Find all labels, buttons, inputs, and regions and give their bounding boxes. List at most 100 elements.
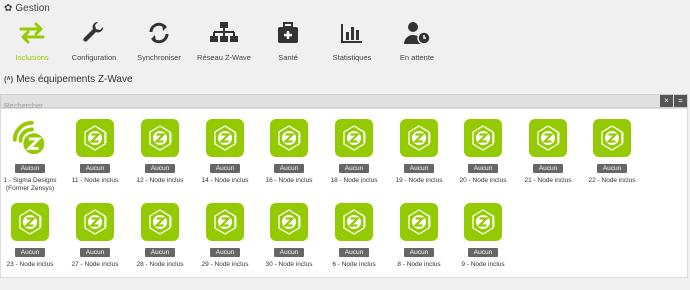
zwave-node-icon [11,203,49,241]
device-card[interactable]: Aucun 19 - Node inclus [387,119,451,185]
arrows-exchange-icon [0,18,64,48]
gear-icon: ✿ [4,3,13,14]
device-card[interactable]: Aucun 8 - Node inclus [387,203,451,269]
management-toolbar: Inclusions Configuration Synchroniser Ré… [0,18,690,66]
device-card[interactable]: Aucun 9 - Node inclus [451,203,515,269]
device-card[interactable]: Aucun 30 - Node inclus [257,203,321,269]
configuration-label: Configuration [71,53,117,62]
bar-chart-icon [320,18,384,48]
device-name: 9 - Node inclus [461,261,505,268]
clear-search-button[interactable]: × [660,95,673,107]
search-bar: × = [0,94,688,112]
zwave-node-icon [76,203,114,241]
device-status-badge: Aucun [532,164,564,173]
device-status-badge: Aucun [273,164,305,173]
en-attente-button[interactable]: En attente [385,18,449,66]
configuration-button[interactable]: Configuration [62,18,126,66]
zwave-controller-icon [11,119,49,157]
user-clock-icon [385,18,449,48]
zwave-node-icon [400,203,438,241]
zwave-signal-icon: (ᴬ) [4,75,14,84]
device-card[interactable]: Aucun 16 - Node inclus [257,119,321,185]
device-card[interactable]: Aucun 27 - Node inclus [63,203,127,269]
network-icon [192,18,256,48]
device-status-badge: Aucun [467,164,499,173]
zwave-node-icon [464,203,502,241]
zwave-node-icon [270,119,308,157]
device-card[interactable]: Aucun 12 - Node inclus [128,119,192,185]
device-status-badge: Aucun [14,248,46,257]
zwave-node-icon [464,119,502,157]
device-name: 30 - Node inclus [265,261,313,268]
zwave-node-icon [141,119,179,157]
reseau-zwave-button[interactable]: Réseau Z-Wave [192,18,256,66]
device-card[interactable]: Aucun 6 - Node inclus [322,203,386,269]
synchroniser-label: Synchroniser [137,53,181,62]
device-name: 16 - Node inclus [265,177,313,184]
device-card[interactable]: Aucun 28 - Node inclus [128,203,192,269]
device-name: 14 - Node inclus [201,177,249,184]
zwave-node-icon [335,119,373,157]
refresh-icon [127,18,191,48]
device-name: 8 - Node inclus [397,261,441,268]
wrench-icon [62,18,126,48]
device-name: 20 - Node inclus [459,177,507,184]
equipment-grid: Aucun 1 - Sigma Designs (Former Zensys) Au… [0,108,688,278]
statistiques-button[interactable]: Statistiques [320,18,384,66]
device-status-badge: Aucun [596,164,628,173]
device-name: 28 - Node inclus [136,261,184,268]
device-card[interactable]: Aucun 22 - Node inclus [580,119,644,185]
device-status-badge: Aucun [467,248,499,257]
zwave-node-icon [400,119,438,157]
device-status-badge: Aucun [144,164,176,173]
device-name: 1 - Sigma Designs (Former Zensys) [3,177,57,192]
device-name: 12 - Node inclus [136,177,184,184]
device-name: 18 - Node inclus [330,177,378,184]
zwave-node-icon [270,203,308,241]
zwave-node-icon [335,203,373,241]
device-status-badge: Aucun [14,164,46,173]
section-title-label: Gestion [15,3,50,14]
device-card[interactable]: Aucun 23 - Node inclus [0,203,62,269]
device-name: 19 - Node inclus [395,177,443,184]
device-name: 11 - Node inclus [71,177,119,184]
device-card[interactable]: Aucun 29 - Node inclus [193,203,257,269]
equipment-title: Mes équipements Z-Wave [16,74,133,85]
device-name: 29 - Node inclus [201,261,249,268]
device-name: 21 - Node inclus [524,177,572,184]
device-name: 23 - Node inclus [6,261,54,268]
device-status-badge: Aucun [209,248,241,257]
device-status-badge: Aucun [209,164,241,173]
device-status-badge: Aucun [273,248,305,257]
zwave-node-icon [593,119,631,157]
device-status-badge: Aucun [403,248,435,257]
zwave-node-icon [141,203,179,241]
device-status-badge: Aucun [79,164,111,173]
statistiques-label: Statistiques [332,53,372,62]
device-card[interactable]: Aucun 1 - Sigma Designs (Former Zensys) [0,119,62,193]
zwave-node-icon [76,119,114,157]
zwave-node-icon [206,203,244,241]
reseau-zwave-label: Réseau Z-Wave [197,53,251,62]
device-card[interactable]: Aucun 20 - Node inclus [451,119,515,185]
device-status-badge: Aucun [79,248,111,257]
zwave-node-icon [206,119,244,157]
zwave-node-icon [529,119,567,157]
device-status-badge: Aucun [338,164,370,173]
synchroniser-button[interactable]: Synchroniser [127,18,191,66]
sante-button[interactable]: Santé [256,18,320,66]
inclusions-label: Inclusions [15,53,49,62]
sante-label: Santé [278,53,298,62]
device-status-badge: Aucun [338,248,370,257]
device-card[interactable]: Aucun 11 - Node inclus [63,119,127,185]
equipment-header: (ᴬ) Mes équipements Z-Wave [4,74,133,85]
device-card[interactable]: Aucun 21 - Node inclus [516,119,580,185]
inclusions-button[interactable]: Inclusions [0,18,64,66]
search-menu-button[interactable]: = [674,95,687,107]
section-header: ✿ Gestion [4,3,50,14]
device-card[interactable]: Aucun 14 - Node inclus [193,119,257,185]
device-card[interactable]: Aucun 18 - Node inclus [322,119,386,185]
en-attente-label: En attente [399,53,435,62]
device-status-badge: Aucun [403,164,435,173]
device-name: 27 - Node inclus [71,261,119,268]
